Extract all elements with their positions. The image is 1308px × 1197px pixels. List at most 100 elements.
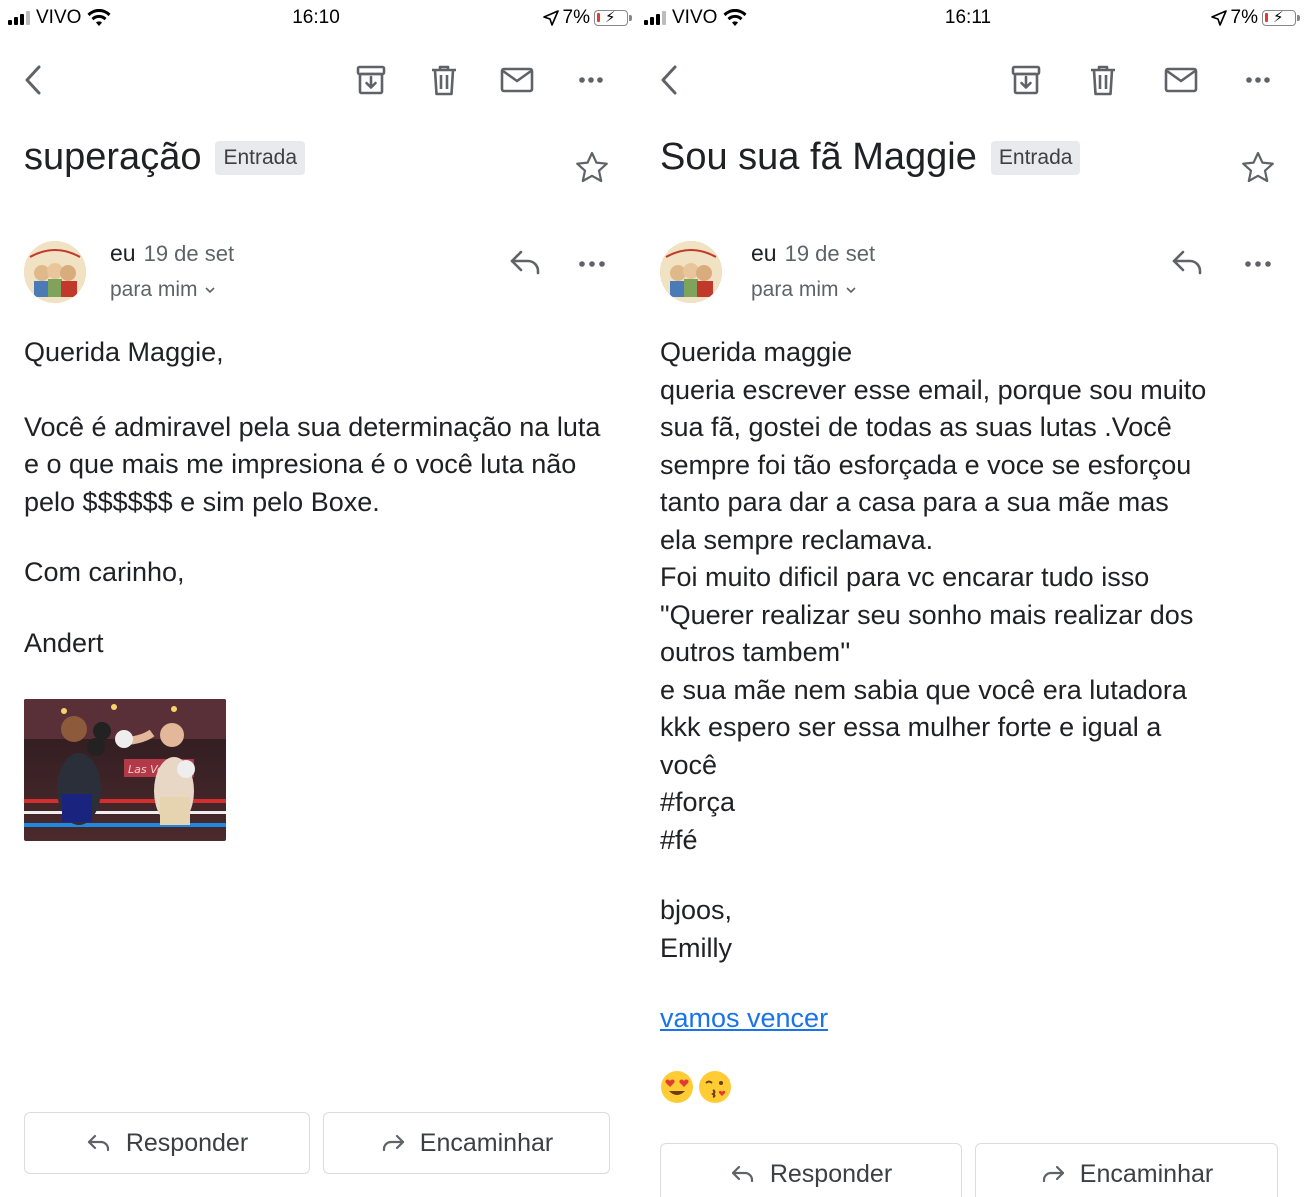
greeting: Querida Maggie,: [24, 337, 224, 367]
closing: Com carinho,: [24, 557, 185, 587]
more-options-button[interactable]: [1238, 60, 1278, 100]
battery-icon: ⚡: [594, 9, 632, 26]
location-arrow-icon: [542, 10, 559, 26]
chevron-down-icon: [845, 287, 856, 294]
more-options-button[interactable]: [571, 60, 611, 100]
message-more-icon[interactable]: [1238, 242, 1278, 282]
star-icon[interactable]: [1240, 150, 1276, 186]
email-view-left: VIVO 16:10 7% ⚡ superação Entrada eu 19 …: [0, 0, 640, 1197]
forward-button[interactable]: Encaminhar: [323, 1112, 610, 1174]
recipient-label: para mim: [751, 278, 839, 301]
battery-percent: 7%: [1230, 7, 1258, 28]
more-horizontal-icon: [1246, 77, 1270, 83]
battery-status: 7% ⚡: [542, 7, 632, 29]
email-subject: Sou sua fã Maggie: [660, 136, 977, 178]
forward-icon: [382, 1134, 404, 1152]
clock: 16:10: [292, 7, 340, 28]
trash-icon: [1091, 65, 1115, 96]
forward-label: Encaminhar: [1079, 1159, 1214, 1188]
sender-avatar[interactable]: [660, 241, 722, 303]
chevron-down-icon: [204, 287, 215, 294]
signature: Andert: [24, 627, 104, 658]
forward-label: Encaminhar: [419, 1128, 554, 1157]
email-toolbar: [640, 52, 1308, 108]
email-subject: superação: [24, 136, 202, 178]
inbox-label-chip[interactable]: Entrada: [215, 140, 306, 175]
sent-date: 19 de set: [784, 241, 876, 266]
recipient-toggle[interactable]: para mim: [751, 278, 857, 302]
reply-icon[interactable]: [1168, 242, 1208, 282]
mark-unread-button[interactable]: [1161, 60, 1201, 100]
sender-line: eu 19 de set: [751, 240, 875, 267]
sender-avatar[interactable]: [24, 241, 86, 303]
chevron-left-icon: [25, 65, 41, 95]
mark-unread-button[interactable]: [497, 60, 537, 100]
forward-icon: [1042, 1165, 1064, 1183]
email-body: Querida Maggie, Você é admiravel pela su…: [24, 334, 616, 662]
subject-row: Sou sua fã Maggie Entrada: [660, 136, 1284, 179]
archive-icon: [1011, 65, 1041, 95]
wifi-icon: [87, 9, 111, 26]
chevron-left-icon: [661, 65, 677, 95]
closing: bjoos, Emilly: [660, 895, 733, 963]
delete-button[interactable]: [1083, 60, 1123, 100]
emoji-row: [660, 1070, 1298, 1104]
sender-name: eu: [751, 240, 777, 266]
sender-row: eu 19 de set para mim: [24, 236, 616, 316]
recipient-toggle[interactable]: para mim: [110, 278, 216, 302]
status-bar: VIVO 16:10 7% ⚡: [0, 0, 640, 36]
body-paragraph: Você é admiravel pela sua determinação n…: [24, 411, 601, 517]
clock: 16:11: [944, 7, 992, 28]
carrier-name: VIVO: [672, 7, 718, 28]
reply-icon[interactable]: [506, 242, 546, 282]
inbox-label-chip[interactable]: Entrada: [990, 140, 1081, 175]
sender-name: eu: [110, 240, 136, 266]
image-attachment[interactable]: Las Ve: [24, 699, 226, 841]
forward-button[interactable]: Encaminhar: [975, 1143, 1278, 1197]
more-horizontal-icon: [579, 77, 603, 83]
email-link[interactable]: vamos vencer: [660, 1003, 828, 1033]
mail-icon: [500, 67, 534, 93]
recipient-label: para mim: [110, 278, 198, 301]
battery-status: 7% ⚡: [1210, 7, 1300, 29]
body-text: Querida maggie queria escrever esse emai…: [660, 337, 1207, 855]
sent-date: 19 de set: [143, 241, 235, 266]
reply-icon: [87, 1134, 109, 1152]
reply-label: Responder: [125, 1128, 249, 1157]
email-body: Querida maggie queria escrever esse emai…: [660, 334, 1298, 1104]
reply-icon: [731, 1165, 753, 1183]
kissing-wink-emoji: [699, 1070, 731, 1103]
sender-line: eu 19 de set: [110, 240, 234, 267]
message-more-icon[interactable]: [572, 242, 612, 282]
reply-button[interactable]: Responder: [24, 1112, 310, 1174]
sender-row: eu 19 de set para mim: [660, 236, 1284, 316]
signal-icon: [8, 11, 30, 25]
location-arrow-icon: [1210, 10, 1227, 26]
back-button[interactable]: [14, 60, 54, 100]
archive-button[interactable]: [351, 60, 391, 100]
back-button[interactable]: [650, 60, 690, 100]
heart-eyes-emoji: [661, 1070, 693, 1103]
battery-icon: ⚡: [1262, 9, 1300, 26]
email-toolbar: [0, 52, 640, 108]
delete-button[interactable]: [424, 60, 464, 100]
archive-button[interactable]: [1006, 60, 1046, 100]
carrier-name: VIVO: [36, 7, 82, 28]
avatar-image: [24, 241, 86, 303]
boxing-photo: Las Ve: [24, 699, 226, 841]
status-bar: VIVO 16:11 7% ⚡: [640, 0, 1308, 36]
reply-label: Responder: [769, 1159, 893, 1188]
carrier-status: VIVO: [644, 7, 747, 29]
battery-percent: 7%: [562, 7, 590, 28]
signal-icon: [644, 11, 666, 25]
avatar-image: [660, 241, 722, 303]
carrier-status: VIVO: [8, 7, 111, 29]
wifi-icon: [723, 9, 747, 26]
subject-row: superação Entrada: [24, 136, 616, 179]
reply-button[interactable]: Responder: [660, 1143, 962, 1197]
email-view-right: VIVO 16:11 7% ⚡ Sou sua fã Maggie Entrad…: [640, 0, 1308, 1197]
archive-icon: [356, 65, 386, 95]
star-icon[interactable]: [574, 150, 610, 186]
mail-icon: [1164, 67, 1198, 93]
trash-icon: [432, 65, 456, 96]
